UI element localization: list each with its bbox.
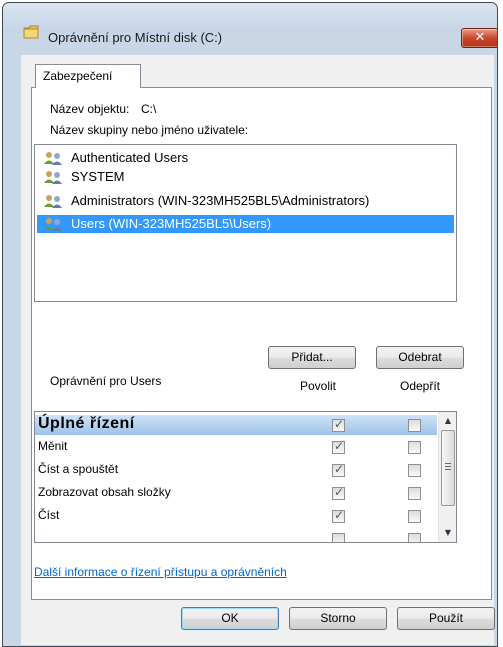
cancel-button[interactable]: Storno bbox=[289, 607, 387, 630]
deny-header: Odepřít bbox=[400, 379, 441, 393]
grip-line bbox=[445, 463, 451, 464]
remove-button[interactable]: Odebrat bbox=[376, 346, 464, 369]
permission-name: Číst bbox=[38, 508, 60, 522]
permissions-label: Oprávnění pro Users bbox=[50, 374, 162, 388]
allow-checkbox[interactable] bbox=[332, 417, 345, 432]
deny-checkbox[interactable] bbox=[408, 510, 421, 523]
table-row: Číst a spouštět bbox=[35, 460, 437, 480]
table-row: Úplné řízení bbox=[35, 415, 437, 435]
deny-checkbox[interactable] bbox=[408, 441, 421, 454]
allow-checkbox[interactable] bbox=[332, 462, 345, 477]
grip-line bbox=[445, 466, 451, 467]
groups-label: Název skupiny nebo jméno uživatele: bbox=[50, 123, 249, 137]
folder-icon bbox=[23, 25, 39, 39]
allow-checkbox[interactable] bbox=[332, 485, 345, 500]
scroll-up-arrow-icon[interactable]: ▲ bbox=[439, 412, 456, 429]
scroll-thumb[interactable] bbox=[441, 430, 455, 506]
deny-checkbox[interactable] bbox=[408, 419, 421, 432]
users-icon bbox=[44, 152, 62, 165]
permissions-dialog: Oprávnění pro Místní disk (C:) ✕ Zabezpe… bbox=[2, 2, 498, 647]
users-icon bbox=[44, 171, 62, 184]
permission-name: Číst a spouštět bbox=[38, 462, 119, 476]
group-name: SYSTEM bbox=[71, 169, 125, 184]
help-link[interactable]: Další informace o řízení přístupu a oprá… bbox=[34, 565, 287, 579]
ok-button[interactable]: OK bbox=[181, 607, 279, 630]
close-icon: ✕ bbox=[474, 30, 486, 45]
users-icon bbox=[44, 195, 62, 208]
window-title: Oprávnění pro Místní disk (C:) bbox=[48, 30, 223, 45]
deny-checkbox[interactable] bbox=[408, 464, 421, 477]
table-row: Číst bbox=[35, 506, 437, 526]
users-icon bbox=[44, 218, 62, 231]
group-name: Users (WIN-323MH525BL5\Users) bbox=[71, 216, 272, 231]
table-row bbox=[35, 529, 437, 542]
list-item-users[interactable]: Users (WIN-323MH525BL5\Users) bbox=[37, 215, 454, 233]
permissions-scrollbar[interactable]: ▲ ▼ bbox=[438, 412, 456, 542]
object-name-value: C:\ bbox=[141, 102, 157, 116]
list-item-authenticated-users[interactable]: Authenticated Users bbox=[37, 149, 188, 167]
grip-line bbox=[445, 469, 451, 470]
deny-checkbox[interactable] bbox=[408, 487, 421, 500]
permission-name: Zobrazovat obsah složky bbox=[38, 485, 171, 499]
groups-list[interactable]: Authenticated Users SYSTEM Administrator… bbox=[34, 144, 457, 302]
allow-checkbox[interactable] bbox=[332, 508, 345, 523]
tab-security[interactable]: Zabezpečení bbox=[35, 64, 141, 88]
add-button[interactable]: Přidat... bbox=[268, 346, 356, 369]
close-button[interactable]: ✕ bbox=[461, 28, 497, 48]
deny-checkbox[interactable] bbox=[408, 533, 421, 542]
title-bar[interactable]: Oprávnění pro Místní disk (C:) ✕ bbox=[3, 3, 497, 48]
object-name-label: Název objektu: bbox=[50, 102, 130, 116]
list-item-administrators[interactable]: Administrators (WIN-323MH525BL5\Administ… bbox=[37, 192, 369, 210]
table-row: Zobrazovat obsah složky bbox=[35, 483, 437, 503]
group-name: Authenticated Users bbox=[71, 150, 189, 165]
permissions-table: Úplné řízení Měnit Číst a spouštět Zobra… bbox=[34, 411, 457, 543]
apply-button[interactable]: Použít bbox=[397, 607, 495, 630]
allow-checkbox[interactable] bbox=[332, 533, 345, 542]
scroll-down-arrow-icon[interactable]: ▼ bbox=[439, 524, 456, 541]
allow-checkbox[interactable] bbox=[332, 439, 345, 454]
permission-name: Měnit bbox=[38, 439, 68, 453]
list-item-system[interactable]: SYSTEM bbox=[37, 168, 124, 186]
allow-header: Povolit bbox=[300, 379, 337, 393]
table-row: Měnit bbox=[35, 437, 437, 457]
group-name: Administrators (WIN-323MH525BL5\Administ… bbox=[71, 193, 370, 208]
permission-name: Úplné řízení bbox=[38, 415, 135, 432]
